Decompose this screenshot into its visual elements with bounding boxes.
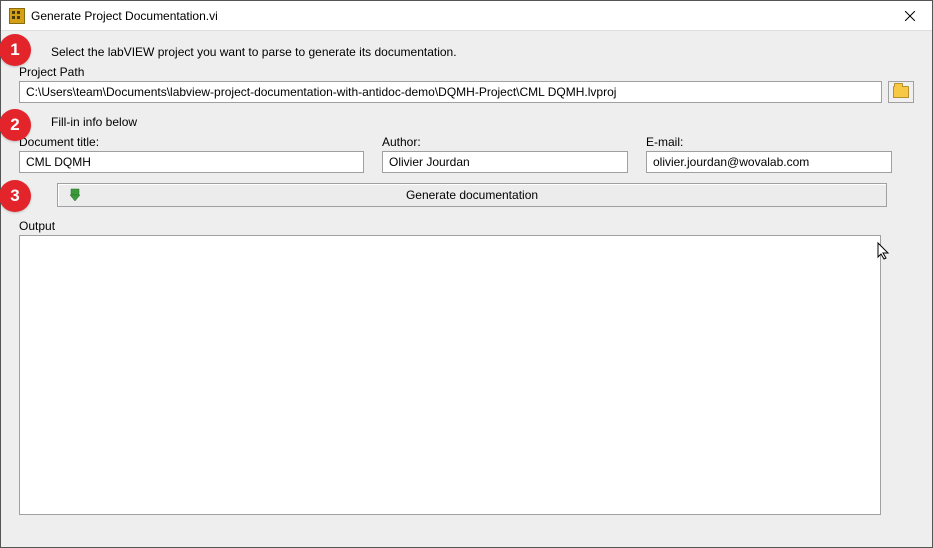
titlebar: Generate Project Documentation.vi: [1, 1, 932, 31]
author-input[interactable]: [382, 151, 628, 173]
instruction-step-1: Select the labVIEW project you want to p…: [51, 45, 914, 59]
document-title-input[interactable]: [19, 151, 364, 173]
document-title-label: Document title:: [19, 135, 364, 149]
download-icon: [68, 188, 82, 202]
author-label: Author:: [382, 135, 628, 149]
instruction-step-2: Fill-in info below: [51, 115, 914, 129]
project-path-input[interactable]: [19, 81, 882, 103]
window-title: Generate Project Documentation.vi: [31, 9, 218, 23]
output-textarea[interactable]: [19, 235, 881, 515]
browse-button[interactable]: [888, 81, 914, 103]
generate-documentation-button[interactable]: Generate documentation: [57, 183, 887, 207]
output-label: Output: [19, 219, 914, 233]
content-area: 1 2 3 Select the labVIEW project you wan…: [1, 31, 932, 547]
generate-button-label: Generate documentation: [406, 188, 538, 202]
step-badge-3: 3: [0, 180, 31, 212]
step-badge-1: 1: [0, 34, 31, 66]
close-icon: [905, 11, 915, 21]
close-button[interactable]: [887, 1, 932, 31]
folder-icon: [893, 86, 909, 98]
email-input[interactable]: [646, 151, 892, 173]
project-path-label: Project Path: [19, 65, 914, 79]
step-badge-2: 2: [0, 109, 31, 141]
email-label: E-mail:: [646, 135, 892, 149]
app-icon: [9, 8, 25, 24]
